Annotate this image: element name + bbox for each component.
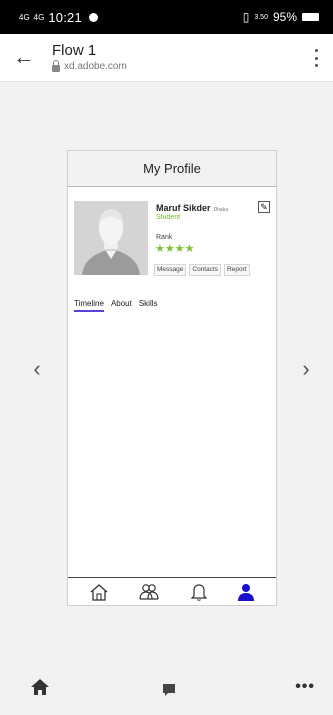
clock-time: 10:21: [48, 10, 82, 25]
next-screen-button[interactable]: ›: [295, 356, 317, 382]
signal-indicator-2: 4G: [33, 12, 45, 22]
dot-icon: [314, 49, 318, 52]
more-icon[interactable]: •••: [295, 678, 315, 696]
chat-icon[interactable]: [162, 683, 176, 697]
status-bar: 4G 4G 10:21 ▯ 3.50 95%: [0, 0, 333, 34]
previous-screen-button[interactable]: ‹: [26, 356, 48, 382]
rank-stars: ★★★★: [155, 243, 195, 255]
vibrate-icon: ▯: [242, 10, 250, 24]
tab-timeline[interactable]: Timeline: [74, 299, 104, 312]
rank-label: Rank: [156, 234, 173, 241]
bell-icon[interactable]: [190, 582, 208, 602]
net-speed: 3.50: [254, 13, 268, 21]
user-info: Maruf Sikder Dhaka Student: [156, 203, 274, 221]
contacts-button[interactable]: Contacts: [189, 264, 222, 276]
notification-icon: [88, 13, 98, 22]
battery-icon: [302, 13, 319, 21]
system-nav: •••: [0, 668, 333, 708]
dot-icon: [314, 56, 318, 60]
prototype-screen: My Profile Maruf Sikder Dhaka Student ✎ …: [67, 150, 277, 606]
name-row: Maruf Sikder Dhaka: [156, 203, 274, 213]
profile-actions: Message Contacts Report: [154, 264, 250, 276]
report-button[interactable]: Report: [224, 264, 250, 276]
groups-icon[interactable]: [138, 582, 160, 602]
signal-indicator-1: 4G: [19, 12, 30, 22]
url-row: xd.adobe.com: [52, 59, 127, 72]
user-role: Student: [156, 214, 181, 221]
bottom-nav: [68, 577, 276, 605]
user-name: Maruf Sikder: [156, 203, 211, 213]
dot-icon: [314, 64, 318, 67]
overflow-menu-button[interactable]: [309, 46, 323, 70]
person-icon[interactable]: [237, 582, 255, 602]
status-right: ▯ 3.50 95%: [243, 10, 319, 24]
message-button[interactable]: Message: [154, 264, 187, 276]
status-left: 4G 4G 10:21: [19, 10, 98, 25]
battery-percent: 95%: [272, 10, 297, 24]
edit-profile-button[interactable]: ✎: [258, 201, 270, 213]
avatar: [74, 201, 148, 275]
app-bar: ← Flow 1 xd.adobe.com: [0, 34, 333, 82]
tab-skills[interactable]: Skills: [139, 299, 158, 312]
back-button[interactable]: ←: [12, 43, 36, 71]
home-icon[interactable]: [89, 582, 109, 602]
person-silhouette-icon: [74, 201, 148, 275]
page-url: xd.adobe.com: [64, 61, 127, 72]
lock-icon: [52, 59, 60, 72]
user-location: Dhaka: [213, 207, 228, 213]
home-icon[interactable]: [30, 677, 50, 697]
tab-about[interactable]: About: [111, 299, 132, 312]
profile-tabs: Timeline About Skills: [74, 299, 158, 312]
page-title: Flow 1: [52, 42, 97, 59]
profile-header: My Profile: [68, 151, 276, 187]
title-block: Flow 1 xd.adobe.com: [52, 42, 127, 72]
